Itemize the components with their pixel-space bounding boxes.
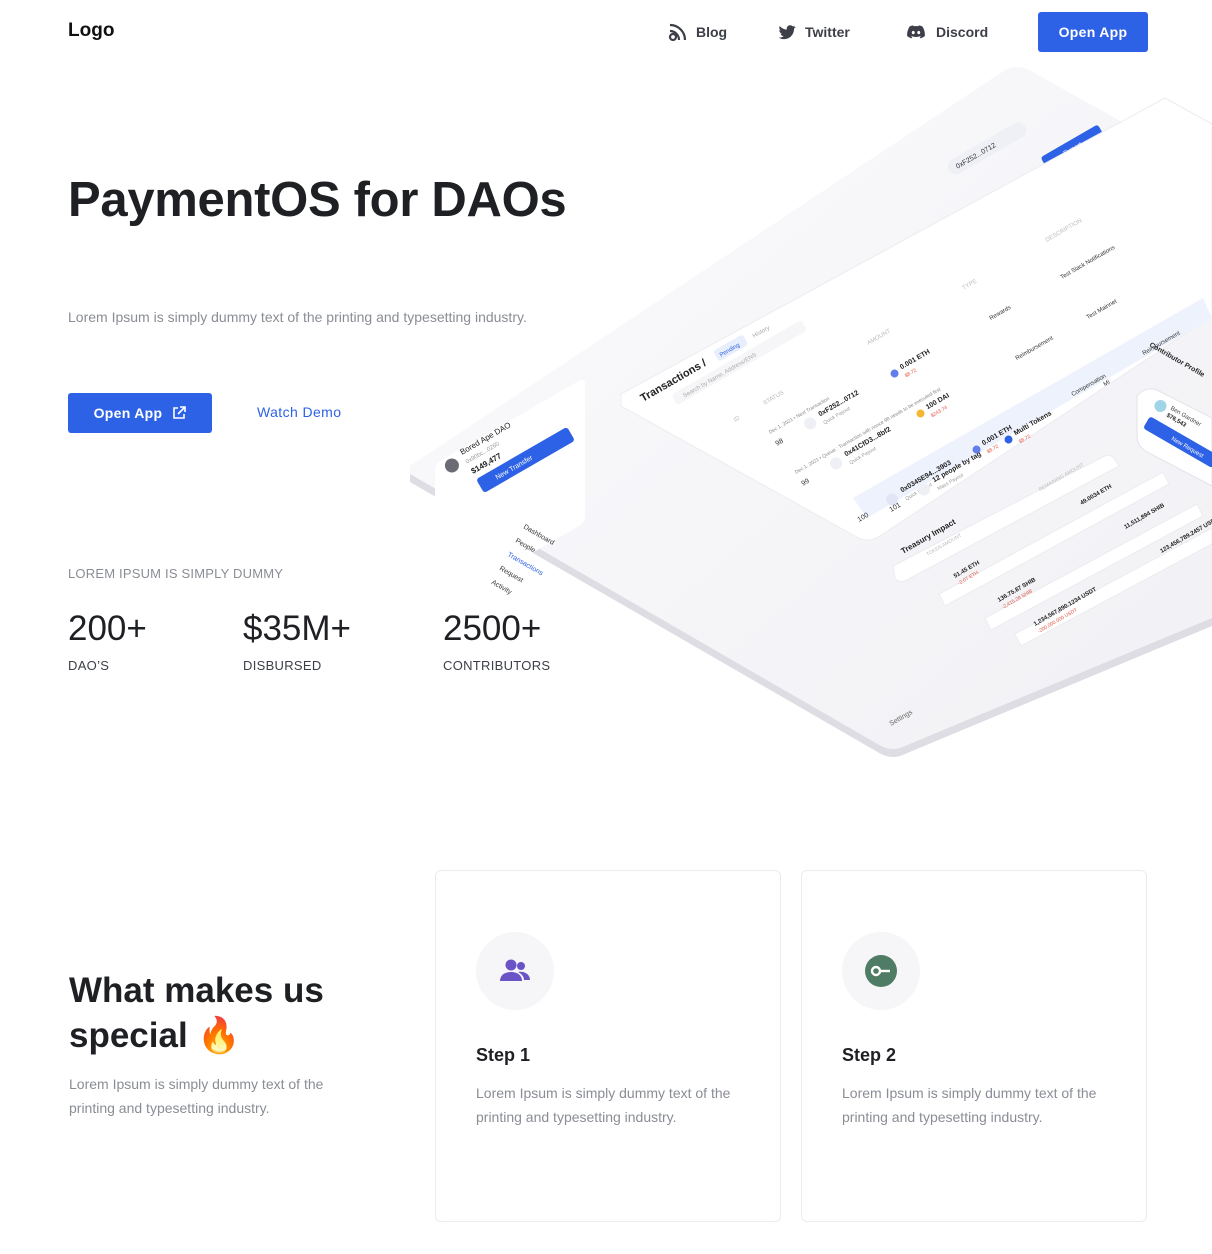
external-link-icon: [173, 406, 187, 419]
blog-label: Blog: [696, 24, 728, 40]
feature-icon-wrap: [842, 932, 920, 1010]
features-subtitle: Lorem Ipsum is simply dummy text of the …: [69, 1076, 324, 1116]
nav-open-app-button[interactable]: Open App: [1038, 12, 1148, 52]
sidebar-item-activity: Activity: [490, 579, 513, 596]
app-mockup-illustration: Bored Ape DAO 0x90bc...0260 $149,477 New…: [410, 67, 1212, 757]
logo[interactable]: Logo: [68, 20, 114, 42]
features-title: What makes us special 🔥: [69, 971, 324, 1055]
watch-demo-link[interactable]: Watch Demo: [257, 404, 341, 420]
stat-label: DAO’S: [68, 658, 110, 673]
hero-open-app-label: Open App: [93, 405, 163, 421]
hero-open-app-button[interactable]: Open App: [68, 393, 212, 433]
feature-card-step-1: Step 1 Lorem Ipsum is simply dummy text …: [435, 870, 781, 1222]
sidebar-item-request: Request: [498, 565, 524, 584]
key-icon: [865, 955, 897, 987]
stat-disbursed: $35M+ DISBURSED: [243, 609, 351, 674]
feature-icon-wrap: [476, 932, 554, 1010]
discord-label: Discord: [936, 24, 989, 40]
top-nav: Logo Blog Twitter Discord Open App: [0, 0, 1212, 64]
feature-card-desc: Lorem Ipsum is simply dummy text of the …: [476, 1085, 731, 1125]
stat-value: $35M+: [243, 609, 351, 648]
stats-label: LOREM IPSUM IS SIMPLY DUMMY: [68, 566, 284, 581]
feature-card-title: Step 2: [842, 1045, 897, 1065]
feature-card-title: Step 1: [476, 1045, 531, 1065]
feature-card-desc: Lorem Ipsum is simply dummy text of the …: [842, 1085, 1097, 1125]
stat-value: 200+: [68, 609, 147, 648]
twitter-label: Twitter: [805, 24, 850, 40]
blog-icon: [668, 23, 687, 42]
feature-card-step-2: Step 2 Lorem Ipsum is simply dummy text …: [801, 870, 1147, 1222]
twitter-icon: [778, 25, 796, 40]
stat-label: DISBURSED: [243, 658, 322, 673]
nav-twitter-link[interactable]: Twitter: [777, 22, 850, 42]
nav-blog-link[interactable]: Blog: [668, 22, 727, 42]
discord-icon: [907, 25, 925, 39]
stat-daos: 200+ DAO’S: [68, 609, 147, 674]
nav-discord-link[interactable]: Discord: [904, 22, 988, 42]
people-icon: [500, 959, 530, 981]
